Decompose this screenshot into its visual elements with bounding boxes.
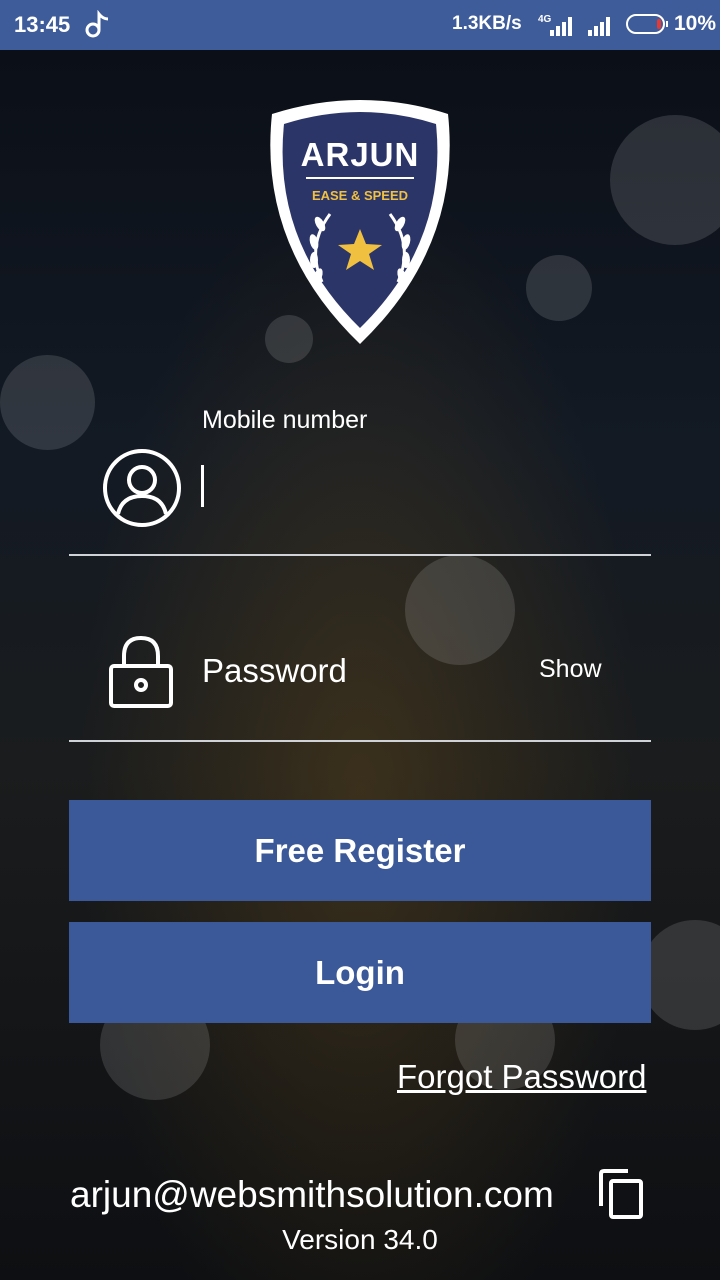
support-email: arjun@websmithsolution.com: [70, 1174, 554, 1215]
mobile-number-input[interactable]: [208, 456, 642, 518]
app-version: Version 34.0: [282, 1224, 438, 1255]
show-password-toggle[interactable]: Show: [539, 655, 602, 684]
logo-title: ARJUN: [300, 136, 420, 173]
login-button[interactable]: Login: [69, 922, 651, 1023]
battery-percentage: 10%: [674, 12, 717, 35]
status-time: 13:45: [14, 12, 71, 37]
shield-icon: [270, 100, 450, 344]
network-rate: 1.3KB/s: [452, 13, 522, 34]
lock-icon: [109, 635, 173, 708]
music-note-icon: [85, 10, 109, 38]
arjun-logo: ARJUN EASE & SPEED: [258, 96, 462, 348]
battery-icon: [626, 14, 668, 34]
svg-text:4G: 4G: [538, 14, 552, 25]
signal-icon: [588, 17, 610, 36]
logo-tagline: EASE & SPEED: [311, 188, 409, 203]
text-cursor: [201, 465, 204, 507]
mobile-number-label: Mobile number: [202, 406, 368, 434]
copy-icon[interactable]: [598, 1168, 644, 1220]
password-underline: [69, 740, 651, 742]
password-input[interactable]: [200, 640, 524, 702]
mobile-underline: [69, 554, 651, 556]
user-icon: [103, 449, 181, 527]
free-register-button[interactable]: Free Register: [69, 800, 651, 901]
signal-4g-icon: 4G: [538, 14, 572, 36]
status-bar: 13:45 1.3KB/s 4G 10%: [0, 0, 720, 50]
forgot-password-link[interactable]: Forgot Password: [397, 1058, 646, 1096]
